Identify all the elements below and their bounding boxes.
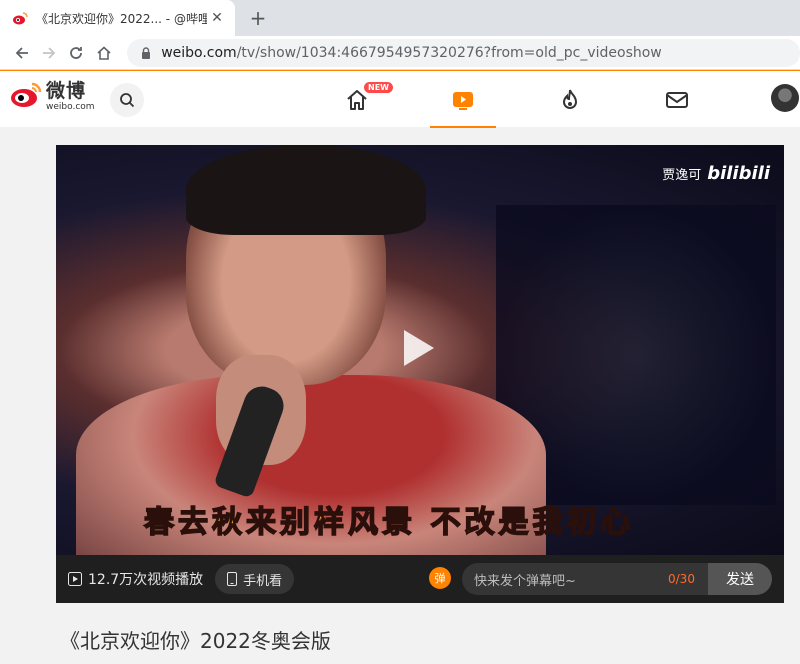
weibo-eye-icon — [11, 82, 42, 107]
address-bar[interactable]: weibo.com/tv/show/1034:4667954957320276?… — [127, 38, 800, 67]
phone-icon — [227, 572, 238, 586]
watch-on-mobile-button[interactable]: 手机看 — [215, 564, 295, 594]
watermark-author: 贾逸可 — [662, 168, 702, 183]
weibo-header: 微博 weibo.com — [0, 70, 800, 128]
play-count: 12.7万次视频播放 — [68, 569, 203, 589]
nav-hot[interactable] — [537, 82, 603, 126]
mail-icon — [666, 92, 688, 108]
video-subtitle: 春去秋来别样风景 不改是我初心 — [143, 504, 635, 541]
singer-hair — [186, 145, 426, 235]
watch-on-mobile-label: 手机看 — [243, 573, 283, 589]
player-controls: 12.7万次视频播放 手机看 弹 快来发个弹幕吧~ 0/30 发送 — [56, 555, 784, 603]
video-icon — [453, 92, 473, 110]
video-watermark: 贾逸可 bilibili — [662, 163, 770, 184]
video-title: 《北京欢迎你》2022冬奥会版 — [60, 629, 331, 653]
video-frame[interactable]: 贾逸可 bilibili 春去秋来别样风景 不改是我初心 — [56, 145, 784, 555]
reload-button[interactable] — [63, 39, 90, 67]
bilibili-logo: bilibili — [707, 163, 770, 184]
back-button[interactable] — [8, 39, 35, 67]
weibo-logo[interactable]: 微博 weibo.com — [10, 80, 95, 112]
send-danmu-button[interactable]: 发送 — [708, 563, 772, 595]
lock-icon — [142, 46, 151, 59]
search-icon — [120, 93, 135, 108]
new-tab-button[interactable]: + — [246, 6, 270, 30]
arrow-right-icon — [42, 46, 56, 59]
nav-video[interactable] — [430, 82, 496, 128]
play-count-text: 12.7万次视频播放 — [88, 572, 204, 588]
search-button[interactable] — [110, 83, 144, 117]
url-host: weibo.com — [161, 44, 237, 61]
logo-domain: weibo.com — [46, 102, 95, 112]
danmu-char-count: 0/30 — [668, 572, 695, 586]
video-player: 贾逸可 bilibili 春去秋来别样风景 不改是我初心 12.7万次视频播放 … — [56, 145, 784, 603]
danmu-toggle[interactable]: 弹 — [429, 567, 451, 589]
play-count-icon — [68, 572, 82, 586]
fire-icon — [562, 89, 578, 109]
browser-tab[interactable]: 《北京欢迎你》2022... - @哔哩哔 ✕ — [0, 0, 235, 36]
play-icon[interactable] — [404, 330, 434, 366]
nav-messages[interactable] — [644, 82, 710, 126]
browser-tab-bar: 《北京欢迎你》2022... - @哔哩哔 ✕ + — [0, 0, 800, 36]
tab-title: 《北京欢迎你》2022... - @哔哩哔 — [36, 11, 207, 26]
url-path: /tv/show/1034:4667954957320276?from=old_… — [236, 44, 662, 61]
arrow-left-icon — [15, 46, 28, 59]
reload-icon — [70, 46, 83, 59]
new-badge: NEW — [364, 82, 393, 93]
user-avatar[interactable] — [771, 84, 799, 112]
forward-button[interactable] — [35, 39, 62, 67]
home-button[interactable] — [90, 39, 117, 67]
url-text: weibo.com/tv/show/1034:4667954957320276?… — [161, 45, 662, 61]
tab-close-icon[interactable]: ✕ — [207, 8, 227, 28]
browser-toolbar: weibo.com/tv/show/1034:4667954957320276?… — [0, 36, 800, 70]
logo-text: 微博 — [46, 80, 87, 102]
home-icon — [96, 45, 111, 60]
weibo-favicon-icon — [13, 12, 28, 25]
